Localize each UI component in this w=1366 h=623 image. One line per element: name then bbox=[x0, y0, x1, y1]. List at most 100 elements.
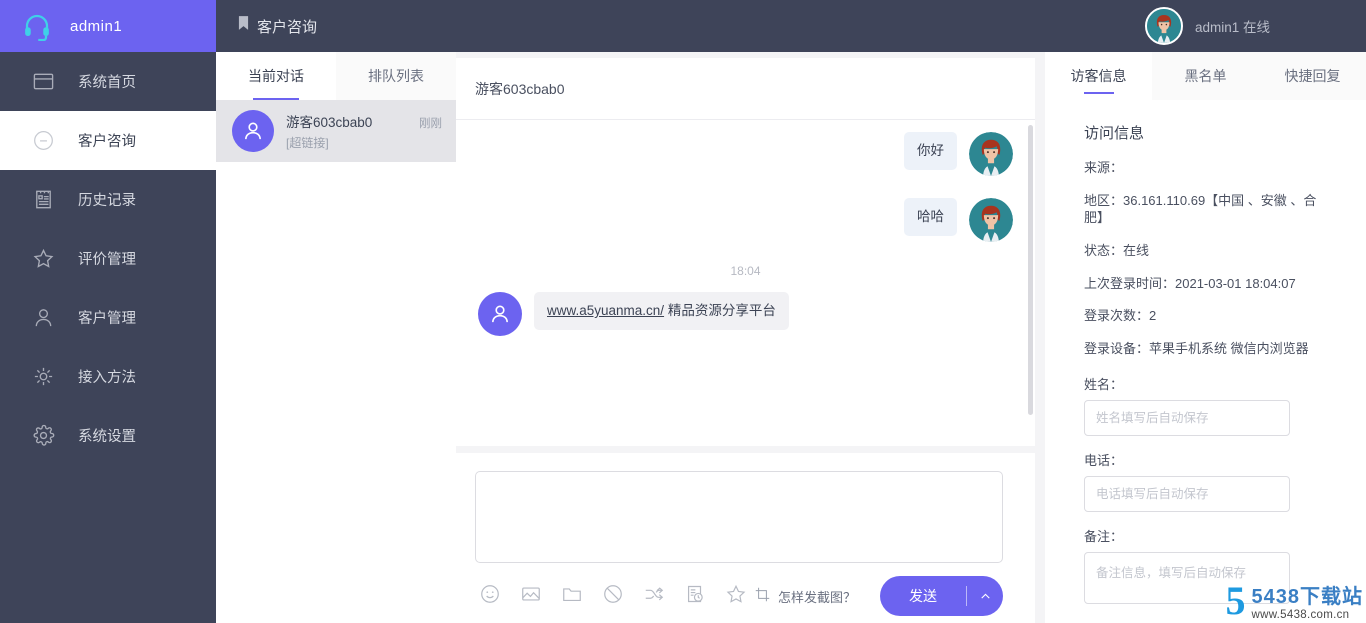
message-row: www.a5yuanma.cn/ 精品资源分享平台 bbox=[478, 292, 1013, 336]
chat-header: 游客603cbab0 bbox=[456, 58, 1035, 120]
message-timestamp: 18:04 bbox=[730, 264, 761, 278]
star-icon bbox=[22, 247, 64, 270]
tab-label: 快捷回复 bbox=[1284, 68, 1341, 84]
info-tabs: 访客信息 黑名单 快捷回复 bbox=[1045, 52, 1366, 100]
composer: 怎样发截图？ 发送 bbox=[456, 453, 1035, 623]
conversation-tabs: 当前对话 排队列表 bbox=[216, 52, 456, 100]
conversation-list: 游客603cbab0 刚刚 [超链接] bbox=[216, 100, 456, 623]
folder-icon[interactable] bbox=[561, 583, 583, 610]
info-last-login: 上次登录时间：2021-03-01 18:04:07 bbox=[1084, 275, 1296, 291]
history-icon[interactable] bbox=[684, 583, 706, 610]
bookmark-icon bbox=[238, 16, 249, 36]
composer-tool-icons bbox=[475, 583, 754, 610]
agent-avatar bbox=[969, 198, 1013, 242]
topbar-user-label: admin1 在线 bbox=[1194, 20, 1270, 35]
tab-label: 访客信息 bbox=[1070, 68, 1127, 84]
sidebar-item-home[interactable]: 系统首页 bbox=[0, 52, 216, 111]
app-root: admin1 系统首页 客户咨询 历史记录 评价管理 客户管理 接入方法 系统设… bbox=[0, 0, 1366, 623]
chat-panel: 游客603cbab0 你好 哈哈 18:04 www.a5yuanma.cn/ … bbox=[456, 58, 1035, 446]
sidebar: admin1 系统首页 客户咨询 历史记录 评价管理 客户管理 接入方法 系统设… bbox=[0, 0, 216, 623]
tab-current-chats[interactable]: 当前对话 bbox=[216, 52, 336, 100]
main-column: 客户咨询 admin1 在线 当前对话 排队列表 游客603cbab0 刚刚 [… bbox=[216, 0, 1366, 623]
sidebar-item-consult[interactable]: 客户咨询 bbox=[0, 111, 216, 170]
emoji-icon[interactable] bbox=[479, 583, 501, 610]
window-icon bbox=[22, 70, 64, 93]
message-bubble: 你好 bbox=[904, 132, 957, 170]
agent-avatar bbox=[969, 132, 1013, 176]
message-input[interactable] bbox=[475, 471, 1003, 563]
chat-scrollbar[interactable] bbox=[1028, 125, 1033, 415]
sidebar-item-history[interactable]: 历史记录 bbox=[0, 170, 216, 229]
timestamp: 刚刚 bbox=[419, 118, 442, 130]
visitor-info-panel: 访客信息 黑名单 快捷回复 访问信息 来源： 地区：36.161.110.69【… bbox=[1045, 52, 1366, 623]
list-item-meta: 游客603cbab0 刚刚 [超链接] bbox=[286, 111, 442, 151]
chat-header-name: 游客603cbab0 bbox=[475, 80, 565, 97]
sidebar-item-label: 系统首页 bbox=[78, 75, 136, 91]
transfer-icon[interactable] bbox=[643, 583, 665, 610]
name-field-label: 姓名： bbox=[1084, 377, 1124, 393]
notebook-icon bbox=[22, 188, 64, 211]
info-region: 地区：36.161.110.69【中国 、安徽 、合肥】 bbox=[1084, 192, 1317, 225]
watermark-url: www.5438.com.cn bbox=[1251, 609, 1350, 621]
topbar-title-group: 客户咨询 bbox=[238, 16, 317, 37]
crop-icon bbox=[754, 586, 771, 606]
visitor-avatar bbox=[232, 110, 274, 152]
sidebar-item-label: 客户咨询 bbox=[78, 134, 136, 150]
list-item[interactable]: 游客603cbab0 刚刚 [超链接] bbox=[216, 100, 456, 162]
name-field[interactable] bbox=[1084, 400, 1290, 437]
screenshot-hint-button[interactable]: 怎样发截图？ bbox=[754, 586, 856, 606]
info-source: 来源： bbox=[1084, 160, 1124, 175]
phone-field-label: 电话： bbox=[1084, 453, 1124, 469]
tab-visitor-info[interactable]: 访客信息 bbox=[1045, 52, 1152, 100]
sidebar-logo-label: admin1 bbox=[70, 17, 123, 35]
tab-queue-list[interactable]: 排队列表 bbox=[336, 52, 456, 100]
topbar: 客户咨询 admin1 在线 bbox=[216, 0, 1366, 52]
tab-label: 排队列表 bbox=[368, 68, 424, 84]
sidebar-item-label: 接入方法 bbox=[78, 370, 136, 386]
info-login-count: 登录次数：2 bbox=[1084, 308, 1157, 324]
sidebar-logo[interactable]: admin1 bbox=[0, 0, 216, 52]
remark-field[interactable] bbox=[1084, 552, 1290, 605]
visitor-name: 游客603cbab0 bbox=[286, 115, 373, 130]
conversation-list-panel: 当前对话 排队列表 游客603cbab0 刚刚 [超链接] bbox=[216, 52, 456, 623]
page-title: 客户咨询 bbox=[257, 18, 318, 36]
message-snippet: [超链接] bbox=[286, 136, 329, 150]
headset-icon bbox=[22, 11, 52, 42]
image-icon[interactable] bbox=[520, 583, 542, 610]
chat-column: 游客603cbab0 你好 哈哈 18:04 www.a5yuanma.cn/ … bbox=[456, 52, 1045, 623]
sidebar-item-integration[interactable]: 接入方法 bbox=[0, 347, 216, 406]
chevron-up-icon[interactable] bbox=[967, 590, 1003, 603]
phone-field[interactable] bbox=[1084, 476, 1290, 513]
tab-label: 当前对话 bbox=[248, 68, 304, 84]
message-list: 你好 哈哈 18:04 www.a5yuanma.cn/ 精品资源分享平台 bbox=[456, 120, 1035, 446]
visitor-avatar bbox=[478, 292, 522, 336]
tab-label: 黑名单 bbox=[1184, 68, 1227, 84]
message-text: 精品资源分享平台 bbox=[664, 303, 776, 318]
sidebar-item-label: 评价管理 bbox=[78, 252, 136, 268]
user-icon bbox=[22, 306, 64, 329]
message-bubble: 哈哈 bbox=[904, 198, 957, 236]
section-title: 访问信息 bbox=[1084, 125, 1145, 142]
tab-quick-reply[interactable]: 快捷回复 bbox=[1259, 52, 1366, 100]
screenshot-hint-label: 怎样发截图？ bbox=[777, 589, 856, 605]
gear-icon bbox=[22, 424, 64, 447]
sidebar-item-label: 系统设置 bbox=[78, 429, 136, 445]
connect-icon bbox=[22, 365, 64, 388]
star-icon[interactable] bbox=[725, 583, 747, 610]
remark-field-label: 备注： bbox=[1084, 529, 1124, 545]
agent-avatar bbox=[1144, 7, 1183, 45]
message-bubble: www.a5yuanma.cn/ 精品资源分享平台 bbox=[534, 292, 789, 330]
ban-icon[interactable] bbox=[602, 583, 624, 610]
chat-circle-icon bbox=[22, 129, 64, 152]
message-row: 哈哈 bbox=[478, 198, 1013, 242]
tab-blacklist[interactable]: 黑名单 bbox=[1152, 52, 1259, 100]
sidebar-item-label: 客户管理 bbox=[78, 311, 136, 327]
sidebar-item-settings[interactable]: 系统设置 bbox=[0, 406, 216, 465]
message-link[interactable]: www.a5yuanma.cn/ bbox=[547, 303, 664, 318]
send-button[interactable]: 发送 bbox=[880, 576, 1003, 616]
sidebar-item-customers[interactable]: 客户管理 bbox=[0, 288, 216, 347]
sidebar-item-review[interactable]: 评价管理 bbox=[0, 229, 216, 288]
info-device: 登录设备：苹果手机系统 微信内浏览器 bbox=[1084, 341, 1309, 357]
topbar-user-group[interactable]: admin1 在线 bbox=[1144, 7, 1348, 45]
message-row: 你好 bbox=[478, 132, 1013, 176]
